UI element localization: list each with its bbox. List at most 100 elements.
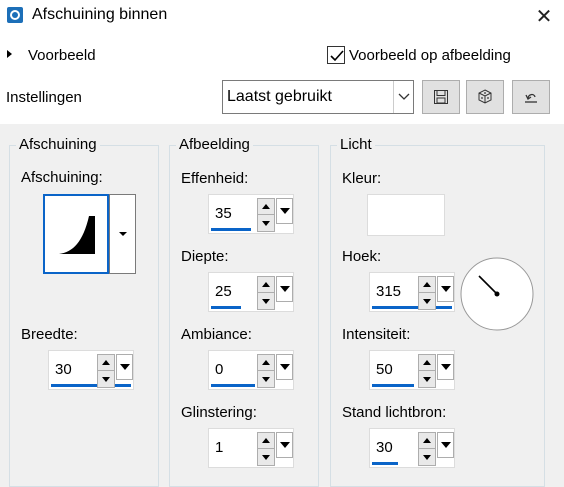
increment-icon[interactable] bbox=[258, 199, 274, 215]
increment-icon[interactable] bbox=[258, 433, 274, 449]
randomize-button[interactable] bbox=[466, 80, 504, 114]
decrement-icon[interactable] bbox=[258, 371, 274, 387]
bevel-curve-icon bbox=[59, 216, 95, 254]
chevron-down-icon bbox=[279, 442, 290, 448]
bevel-shape-label: Afschuining: bbox=[21, 169, 103, 186]
angle-level-bar bbox=[372, 306, 452, 309]
chevron-down-icon bbox=[279, 208, 290, 214]
shininess-spinner[interactable]: 1 bbox=[208, 428, 294, 468]
decrement-icon[interactable] bbox=[98, 371, 114, 387]
elevation-slider-dropdown[interactable] bbox=[437, 432, 454, 458]
angle-slider-dropdown[interactable] bbox=[437, 276, 454, 302]
options-panel: Afschuining Afschuining: Breedte: 30 Afb… bbox=[0, 124, 564, 487]
expand-chevron-icon[interactable] bbox=[7, 50, 12, 58]
preset-select[interactable]: Laatst gebruikt bbox=[222, 80, 414, 114]
smoothness-value[interactable]: 35 bbox=[215, 205, 232, 222]
ambience-slider-dropdown[interactable] bbox=[276, 354, 293, 380]
random-dice-icon bbox=[478, 89, 492, 104]
decrement-icon[interactable] bbox=[419, 449, 435, 465]
angle-spinner[interactable]: 315 bbox=[369, 272, 455, 312]
angle-value[interactable]: 315 bbox=[376, 283, 401, 300]
chevron-down-icon bbox=[440, 286, 451, 292]
increment-icon[interactable] bbox=[258, 355, 274, 371]
shininess-slider-dropdown[interactable] bbox=[276, 432, 293, 458]
save-preset-button[interactable] bbox=[422, 80, 460, 114]
ambience-value[interactable]: 0 bbox=[215, 361, 223, 378]
width-spinner[interactable]: 30 bbox=[48, 350, 134, 390]
increment-icon[interactable] bbox=[419, 433, 435, 449]
depth-stepper[interactable] bbox=[257, 276, 275, 310]
chevron-down-icon bbox=[118, 232, 127, 236]
depth-level-bar bbox=[211, 306, 241, 309]
angle-dial[interactable] bbox=[459, 256, 535, 332]
preview-label[interactable]: Voorbeeld bbox=[28, 47, 96, 64]
window-title: Afschuining binnen bbox=[32, 6, 168, 23]
intensity-stepper[interactable] bbox=[418, 354, 436, 388]
shininess-stepper[interactable] bbox=[257, 432, 275, 466]
elevation-label: Stand lichtbron: bbox=[342, 404, 447, 421]
angle-stepper[interactable] bbox=[418, 276, 436, 310]
intensity-label: Intensiteit: bbox=[342, 326, 411, 343]
width-stepper[interactable] bbox=[97, 354, 115, 388]
increment-icon[interactable] bbox=[98, 355, 114, 371]
preview-on-image-label[interactable]: Voorbeeld op afbeelding bbox=[349, 47, 511, 64]
image-group-title: Afbeelding bbox=[176, 136, 253, 153]
increment-icon[interactable] bbox=[419, 277, 435, 293]
shininess-value[interactable]: 1 bbox=[215, 439, 223, 456]
intensity-slider-dropdown[interactable] bbox=[437, 354, 454, 380]
shininess-label: Glinstering: bbox=[181, 404, 257, 421]
color-label: Kleur: bbox=[342, 170, 382, 187]
chevron-down-icon[interactable] bbox=[393, 81, 413, 113]
width-value[interactable]: 30 bbox=[55, 361, 72, 378]
reset-icon bbox=[525, 93, 537, 103]
intensity-value[interactable]: 50 bbox=[376, 361, 393, 378]
decrement-icon[interactable] bbox=[258, 293, 274, 309]
decrement-icon[interactable] bbox=[419, 293, 435, 309]
smoothness-stepper[interactable] bbox=[257, 198, 275, 232]
checkmark-icon bbox=[330, 50, 344, 62]
close-icon[interactable]: ✕ bbox=[524, 0, 564, 32]
increment-icon[interactable] bbox=[419, 355, 435, 371]
width-level-bar bbox=[51, 384, 131, 387]
dialog-window: Afschuining binnen ✕ Voorbeeld Voorbeeld… bbox=[0, 0, 564, 487]
smoothness-slider-dropdown[interactable] bbox=[276, 198, 293, 224]
bevel-shape-dropdown[interactable] bbox=[109, 194, 136, 274]
light-color-swatch[interactable] bbox=[367, 194, 445, 236]
width-label: Breedte: bbox=[21, 326, 78, 343]
decrement-icon[interactable] bbox=[419, 371, 435, 387]
bevel-shape-preview[interactable] bbox=[43, 194, 109, 274]
depth-label: Diepte: bbox=[181, 248, 229, 265]
light-group-title: Licht bbox=[337, 136, 375, 153]
depth-value[interactable]: 25 bbox=[215, 283, 232, 300]
decrement-icon[interactable] bbox=[258, 215, 274, 231]
depth-slider-dropdown[interactable] bbox=[276, 276, 293, 302]
settings-label: Instellingen bbox=[6, 89, 82, 106]
smoothness-spinner[interactable]: 35 bbox=[208, 194, 294, 234]
increment-icon[interactable] bbox=[258, 277, 274, 293]
save-icon bbox=[434, 90, 448, 104]
elevation-stepper[interactable] bbox=[418, 432, 436, 466]
ambience-level-bar bbox=[211, 384, 255, 387]
decrement-icon[interactable] bbox=[258, 449, 274, 465]
intensity-level-bar bbox=[372, 384, 414, 387]
ambience-stepper[interactable] bbox=[257, 354, 275, 388]
smoothness-label: Effenheid: bbox=[181, 170, 249, 187]
app-icon bbox=[7, 7, 23, 23]
width-slider-dropdown[interactable] bbox=[116, 354, 133, 380]
elevation-level-bar bbox=[372, 462, 398, 465]
reset-button[interactable] bbox=[512, 80, 550, 114]
image-group: Afbeelding Effenheid: 35 Diepte: 25 Ambi… bbox=[169, 136, 319, 487]
settings-row: Instellingen Laatst gebruikt bbox=[0, 80, 564, 116]
angle-label: Hoek: bbox=[342, 248, 382, 265]
chevron-down-icon bbox=[279, 364, 290, 370]
ambience-spinner[interactable]: 0 bbox=[208, 350, 294, 390]
chevron-down-icon bbox=[279, 286, 290, 292]
depth-spinner[interactable]: 25 bbox=[208, 272, 294, 312]
preview-row: Voorbeeld Voorbeeld op afbeelding bbox=[0, 44, 564, 68]
elevation-value[interactable]: 30 bbox=[376, 439, 393, 456]
preview-on-image-checkbox[interactable] bbox=[327, 46, 345, 64]
chevron-down-icon bbox=[440, 364, 451, 370]
chevron-down-icon bbox=[119, 364, 130, 370]
elevation-spinner[interactable]: 30 bbox=[369, 428, 455, 468]
intensity-spinner[interactable]: 50 bbox=[369, 350, 455, 390]
